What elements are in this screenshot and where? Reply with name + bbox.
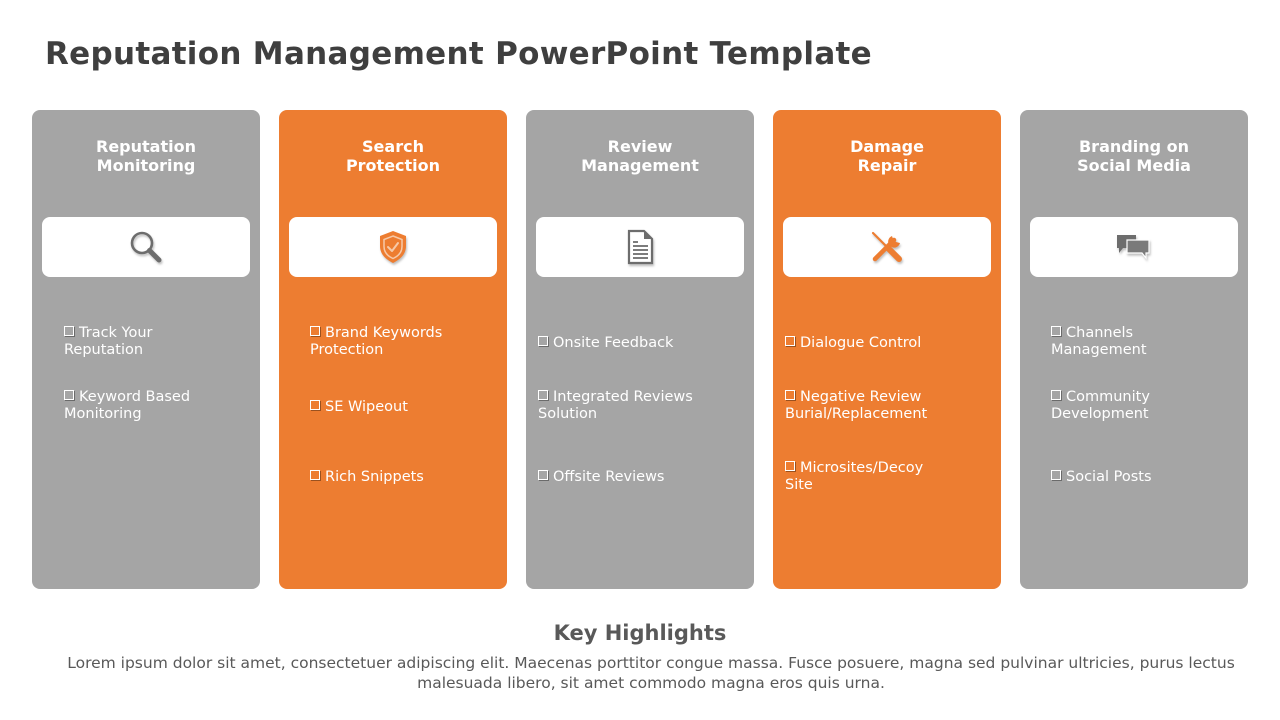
checkbox-bullet-icon [1051, 470, 1061, 480]
chat-bubbles-icon [1117, 235, 1150, 260]
icon-box [42, 217, 250, 277]
checkbox-bullet-icon [538, 390, 548, 400]
card-damage-repair: Damage Repair Dialogue Control Negative … [773, 110, 1001, 589]
icon-box [1030, 217, 1238, 277]
checkbox-bullet-icon [310, 400, 320, 410]
list-item: Negative Review Burial/Replacement [785, 389, 928, 422]
page-title: Reputation Management PowerPoint Templat… [45, 36, 873, 72]
list-item: Community Development [1051, 389, 1150, 422]
list-item: Track Your Reputation [64, 325, 153, 358]
checkbox-bullet-icon [538, 336, 548, 346]
checkbox-bullet-icon [64, 390, 74, 400]
checkbox-bullet-icon [1051, 326, 1061, 336]
card-review-management: Review Management Onsite Feedback Integr… [526, 110, 754, 589]
list-item: Channels Management [1051, 325, 1147, 358]
card-heading: Damage Repair [850, 137, 924, 175]
checkbox-bullet-icon [64, 326, 74, 336]
list-item: Keyword Based Monitoring [64, 389, 191, 422]
checkbox-bullet-icon [1051, 390, 1061, 400]
checkbox-bullet-icon [785, 461, 795, 471]
tools-icon [871, 231, 902, 262]
list-item: Social Posts [1051, 469, 1152, 486]
list-item: Offsite Reviews [538, 469, 665, 486]
card-heading: Reputation Monitoring [96, 137, 196, 175]
icon-box [536, 217, 744, 277]
shield-check-icon [380, 231, 406, 263]
list-item: SE Wipeout [310, 399, 408, 416]
checkbox-bullet-icon [785, 336, 795, 346]
key-highlights-body: Lorem ipsum dolor sit amet, consectetuer… [67, 654, 1235, 692]
card-heading: Branding on Social Media [1077, 137, 1191, 175]
list-item: Integrated Reviews Solution [538, 389, 693, 422]
document-icon [627, 229, 654, 265]
card-heading: Search Protection [345, 137, 441, 175]
card-reputation-monitoring: Reputation Monitoring Track Your Reputat… [32, 110, 260, 589]
list-item: Onsite Feedback [538, 335, 673, 352]
magnifier-icon [130, 231, 162, 263]
list-item: Rich Snippets [310, 469, 424, 486]
key-highlights-title: Key Highlights [553, 621, 727, 645]
card-search-protection: Search Protection Brand Keywords Protect… [279, 110, 507, 589]
icon-box [289, 217, 497, 277]
list-item: Dialogue Control [785, 335, 921, 352]
checkbox-bullet-icon [310, 326, 320, 336]
list-item: Microsites/Decoy Site [785, 460, 924, 493]
card-branding-social-media: Branding on Social Media Channels Manage… [1020, 110, 1248, 589]
checkbox-bullet-icon [310, 470, 320, 480]
checkbox-bullet-icon [785, 390, 795, 400]
list-item: Brand Keywords Protection [310, 325, 443, 358]
card-heading: Review Management [581, 137, 699, 175]
checkbox-bullet-icon [538, 470, 548, 480]
icon-box [783, 217, 991, 277]
